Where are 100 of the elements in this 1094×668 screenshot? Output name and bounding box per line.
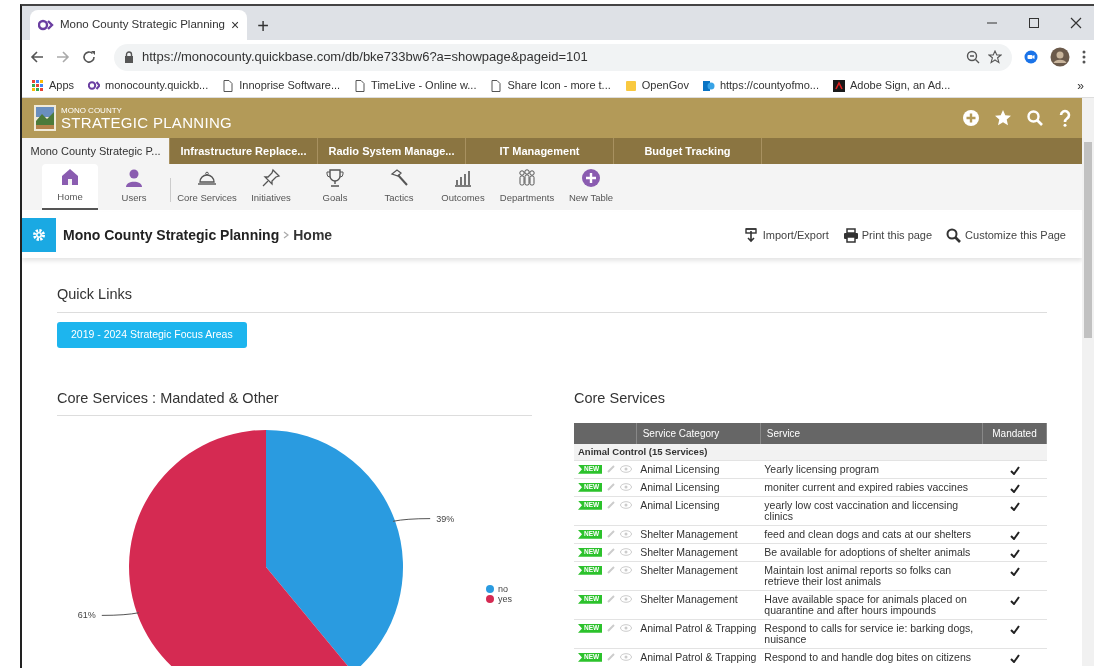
folder-icon bbox=[624, 79, 637, 92]
menu-icon[interactable] bbox=[1082, 50, 1086, 64]
logo-text: MONO COUNTY bbox=[61, 106, 123, 115]
pencil-icon[interactable] bbox=[606, 652, 617, 663]
logo-icon bbox=[34, 105, 56, 131]
breadcrumb-link[interactable]: Mono County Strategic Planning bbox=[63, 224, 280, 246]
table-cell: Shelter Management bbox=[636, 561, 761, 591]
add-icon bbox=[581, 168, 601, 189]
scrollbar-thumb[interactable] bbox=[1084, 142, 1092, 338]
eye-icon[interactable] bbox=[620, 624, 633, 633]
settings-button[interactable] bbox=[22, 218, 56, 252]
eye-icon[interactable] bbox=[620, 501, 633, 510]
pencil-icon[interactable] bbox=[606, 623, 617, 634]
eye-icon[interactable] bbox=[620, 653, 633, 662]
eye-icon[interactable] bbox=[620, 595, 633, 604]
pencil-icon[interactable] bbox=[606, 500, 617, 511]
bookmark-link[interactable]: TimeLive - Online w... bbox=[371, 77, 477, 94]
bookmark-link[interactable]: Adobe Sign, an Ad... bbox=[849, 77, 951, 94]
logo-icon bbox=[88, 79, 101, 92]
toolbar-tab-label: Tactics bbox=[384, 191, 414, 206]
browser-tab[interactable]: Mono County Strategic Planning × bbox=[30, 10, 248, 40]
page-action-link[interactable]: Print this page bbox=[842, 226, 933, 244]
avatar-icon[interactable] bbox=[1050, 47, 1070, 67]
eye-icon[interactable] bbox=[620, 465, 633, 474]
table-cell: Respond to and handle dog bites on citizens bbox=[760, 648, 983, 666]
toolbar-tab[interactable]: Core Services bbox=[179, 164, 235, 210]
toolbar-tab[interactable]: New Table bbox=[563, 164, 619, 210]
toolbar-tab-label: Goals bbox=[322, 191, 348, 206]
address-bar[interactable]: https://monocounty.quickbase.com/db/bke733bw6?a=showpage&pageid=101 bbox=[114, 43, 1012, 71]
bookmark-link[interactable]: Apps bbox=[49, 77, 75, 94]
table-cell: Shelter Management bbox=[636, 590, 761, 620]
toolbar-tab-label: Users bbox=[121, 191, 147, 206]
toolbar-tab-label: Departments bbox=[499, 191, 555, 206]
scrollbar[interactable] bbox=[1082, 98, 1094, 666]
maximize-icon[interactable] bbox=[1028, 17, 1040, 29]
pencil-icon[interactable] bbox=[606, 464, 617, 475]
toolbar-tab-label: New Table bbox=[568, 191, 614, 206]
search-icon[interactable] bbox=[1026, 109, 1044, 127]
legend-label: yes bbox=[498, 594, 512, 605]
extension-icon[interactable] bbox=[1024, 50, 1038, 64]
close-icon[interactable] bbox=[1070, 17, 1082, 29]
table-cell: moniter current and expired rabies vaccines bbox=[760, 478, 983, 497]
table-cell: Be available for adoptions of shelter animals bbox=[760, 543, 983, 562]
breadcrumb-current: Home bbox=[293, 225, 333, 245]
toolbar-tab[interactable]: Goals bbox=[307, 164, 363, 210]
table-cell: Animal Patrol & Trapping bbox=[636, 648, 761, 666]
pencil-icon[interactable] bbox=[606, 594, 617, 605]
table-cell: Animal Patrol & Trapping bbox=[636, 619, 761, 649]
eye-icon[interactable] bbox=[620, 483, 633, 492]
reload-icon[interactable] bbox=[82, 50, 96, 64]
leader-line bbox=[101, 612, 140, 617]
star-icon[interactable] bbox=[988, 50, 1002, 64]
app-tab[interactable]: Mono County Strategic P... bbox=[22, 138, 170, 164]
bookmark-link[interactable]: https://countyofmo... bbox=[719, 77, 819, 94]
bar-chart-icon bbox=[453, 168, 473, 189]
pencil-icon[interactable] bbox=[606, 565, 617, 576]
page-action-link[interactable]: Customize this Page bbox=[946, 226, 1066, 244]
url-text: https://monocounty.quickbase.com/db/bke733bw6?a=showpage&pageid=101 bbox=[142, 48, 589, 67]
toolbar-tab[interactable]: Home bbox=[42, 164, 98, 210]
settings-icon bbox=[32, 228, 46, 242]
user-icon bbox=[124, 168, 144, 189]
add-icon[interactable] bbox=[962, 109, 980, 127]
group-row: Animal Control (15 Services) bbox=[574, 444, 1047, 461]
new-tab-button[interactable]: + bbox=[257, 16, 269, 36]
bookmark-link[interactable]: OpenGov bbox=[641, 77, 689, 94]
import-export-icon bbox=[743, 227, 760, 243]
bookmark-link[interactable]: Innoprise Software... bbox=[239, 77, 341, 94]
pencil-icon[interactable] bbox=[606, 482, 617, 493]
pencil-icon[interactable] bbox=[606, 529, 617, 540]
bookmark-link[interactable]: Share Icon - more t... bbox=[507, 77, 611, 94]
bookmark-link[interactable]: monocounty.quickb... bbox=[105, 77, 209, 94]
page-icon bbox=[354, 79, 367, 92]
eye-icon[interactable] bbox=[620, 548, 633, 557]
column-header: Service Category bbox=[636, 423, 761, 445]
table-header bbox=[574, 423, 637, 445]
eye-icon[interactable] bbox=[620, 566, 633, 575]
pencil-icon[interactable] bbox=[606, 547, 617, 558]
back-icon[interactable] bbox=[30, 50, 44, 64]
star-icon[interactable] bbox=[994, 109, 1012, 127]
column-header: Mandated bbox=[982, 423, 1047, 445]
toolbar-tab[interactable]: Initiatives bbox=[243, 164, 299, 210]
column-header: Service bbox=[760, 423, 983, 445]
zoom-icon[interactable] bbox=[966, 50, 980, 64]
close-tab-button[interactable]: × bbox=[230, 14, 240, 36]
table-cell: Animal Licensing bbox=[636, 460, 761, 479]
adobe-icon bbox=[832, 79, 845, 92]
page-icon bbox=[490, 79, 503, 92]
help-icon[interactable] bbox=[1058, 109, 1072, 127]
page-action-link[interactable]: Import/Export bbox=[743, 226, 829, 244]
table-cell: yearly low cost vaccination and liccensing clinics bbox=[760, 496, 983, 526]
eye-icon[interactable] bbox=[620, 530, 633, 539]
toolbar-tab[interactable]: Users bbox=[106, 164, 162, 210]
toolbar-tab[interactable]: Outcomes bbox=[435, 164, 491, 210]
more-bookmarks-button[interactable]: » bbox=[1077, 76, 1084, 95]
pin-icon bbox=[261, 168, 281, 189]
forward-icon[interactable] bbox=[56, 50, 70, 64]
toolbar-tab[interactable]: Departments bbox=[499, 164, 555, 210]
toolbar-tab[interactable]: Tactics bbox=[371, 164, 427, 210]
lock-icon bbox=[124, 51, 134, 63]
toolbar-tab-label: Home bbox=[57, 190, 83, 205]
